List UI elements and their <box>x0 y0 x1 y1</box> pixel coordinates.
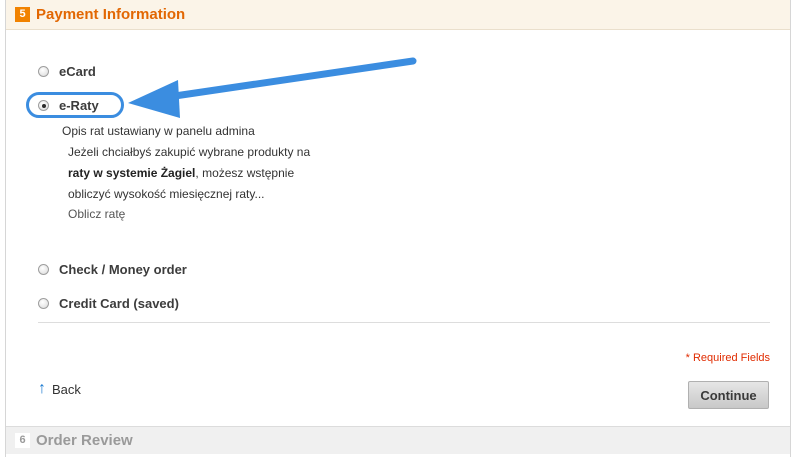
eraty-description-line: Jeżeli chciałbyś zakupić wybrane produkt… <box>68 145 311 159</box>
back-label: Back <box>52 381 81 397</box>
payment-method-check[interactable]: Check / Money order <box>38 262 187 277</box>
section-divider <box>38 322 770 323</box>
payment-method-label: e-Raty <box>59 98 99 113</box>
eraty-description-admin: Opis rat ustawiany w panelu admina <box>62 124 255 138</box>
eraty-description-fragment: , możesz wstępnie <box>195 166 295 180</box>
ecard-radio[interactable] <box>38 66 49 77</box>
back-link[interactable]: ↑ Back <box>38 381 81 397</box>
eraty-system-name: raty w systemie Żagiel <box>68 166 196 180</box>
arrow-up-icon: ↑ <box>38 380 46 397</box>
payment-method-credit-card[interactable]: Credit Card (saved) <box>38 296 179 311</box>
payment-step-header[interactable]: 5 Payment Information <box>6 0 790 30</box>
step-title: Payment Information <box>36 6 186 23</box>
step-number-badge: 5 <box>15 7 30 22</box>
required-fields-note: * Required Fields <box>685 352 770 364</box>
eraty-radio[interactable] <box>38 100 49 111</box>
calculate-installment-link[interactable]: Oblicz ratę <box>68 207 125 221</box>
eraty-description-line: obliczyć wysokość miesięcznej raty... <box>68 187 265 201</box>
payment-method-ecard[interactable]: eCard <box>38 64 96 79</box>
payment-method-eraty[interactable]: e-Raty <box>38 98 99 113</box>
checkout-frame <box>5 0 791 457</box>
check-money-order-radio[interactable] <box>38 264 49 275</box>
payment-method-label: Check / Money order <box>59 262 187 277</box>
step-title: Order Review <box>36 432 133 449</box>
payment-method-label: Credit Card (saved) <box>59 296 179 311</box>
order-review-step-header[interactable]: 6 Order Review <box>6 426 790 454</box>
continue-button[interactable]: Continue <box>688 381 769 409</box>
step-number-badge: 6 <box>15 433 30 448</box>
payment-method-label: eCard <box>59 64 96 79</box>
eraty-description-line: raty w systemie Żagiel, możesz wstępnie <box>68 166 294 180</box>
credit-card-radio[interactable] <box>38 298 49 309</box>
